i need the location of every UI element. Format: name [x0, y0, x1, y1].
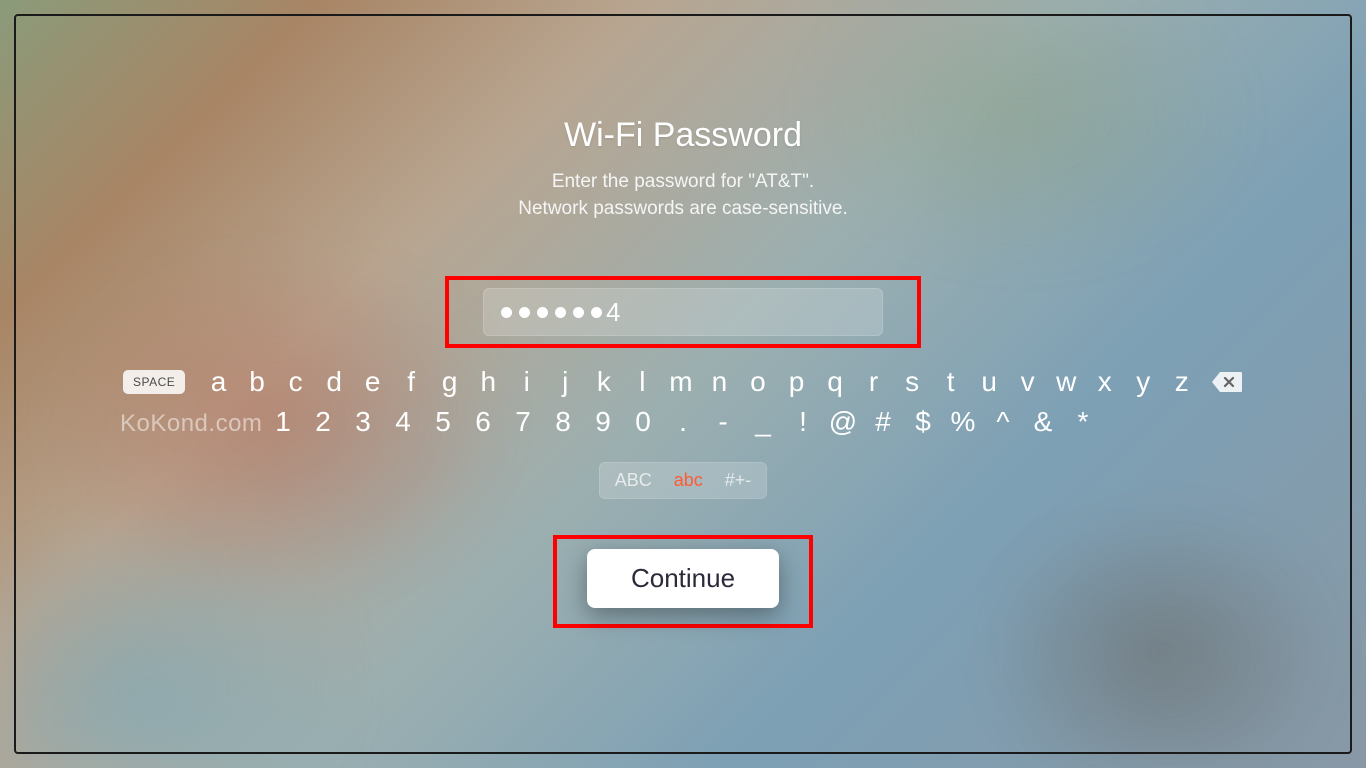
- continue-button-highlight: Continue: [553, 535, 813, 628]
- mode-symbols[interactable]: #+-: [725, 470, 752, 491]
- subtitle-line-1: Enter the password for "AT&T".: [518, 169, 847, 196]
- password-dot: [501, 307, 512, 318]
- key-o[interactable]: o: [739, 366, 778, 398]
- continue-button[interactable]: Continue: [587, 549, 779, 608]
- key-*[interactable]: *: [1063, 406, 1103, 438]
- keyboard-mode-toggle: ABC abc #+-: [599, 462, 768, 499]
- password-last-char: 4: [606, 297, 620, 328]
- key-5[interactable]: 5: [423, 406, 463, 438]
- password-input-highlight: 4: [445, 276, 921, 348]
- key-s[interactable]: s: [893, 366, 932, 398]
- key-k[interactable]: k: [585, 366, 624, 398]
- key-r[interactable]: r: [854, 366, 893, 398]
- key-.[interactable]: .: [663, 406, 703, 438]
- key-8[interactable]: 8: [543, 406, 583, 438]
- key-%[interactable]: %: [943, 406, 983, 438]
- mode-uppercase[interactable]: ABC: [615, 470, 652, 491]
- key-v[interactable]: v: [1008, 366, 1047, 398]
- key-@[interactable]: @: [823, 406, 863, 438]
- key-n[interactable]: n: [700, 366, 739, 398]
- key-m[interactable]: m: [662, 366, 701, 398]
- backspace-icon: [1211, 371, 1243, 393]
- key-a[interactable]: a: [199, 366, 238, 398]
- subtitle-line-2: Network passwords are case-sensitive.: [518, 196, 847, 223]
- key-7[interactable]: 7: [503, 406, 543, 438]
- key-y[interactable]: y: [1124, 366, 1163, 398]
- key-6[interactable]: 6: [463, 406, 503, 438]
- key-e[interactable]: e: [353, 366, 392, 398]
- key-d[interactable]: d: [315, 366, 354, 398]
- key-u[interactable]: u: [970, 366, 1009, 398]
- key-h[interactable]: h: [469, 366, 508, 398]
- key-_[interactable]: _: [743, 406, 783, 438]
- key-^[interactable]: ^: [983, 406, 1023, 438]
- key-i[interactable]: i: [508, 366, 547, 398]
- key--[interactable]: -: [703, 406, 743, 438]
- key-f[interactable]: f: [392, 366, 431, 398]
- onscreen-keyboard: SPACE abcdefghijklmnopqrstuvwxyz 12345678…: [123, 366, 1243, 446]
- backspace-key[interactable]: [1211, 371, 1243, 393]
- password-input[interactable]: 4: [483, 288, 883, 336]
- password-dot: [519, 307, 530, 318]
- key-t[interactable]: t: [931, 366, 970, 398]
- key-p[interactable]: p: [777, 366, 816, 398]
- key-g[interactable]: g: [430, 366, 469, 398]
- key-&[interactable]: &: [1023, 406, 1063, 438]
- password-masked-dots: [501, 307, 602, 318]
- key-2[interactable]: 2: [303, 406, 343, 438]
- key-![interactable]: !: [783, 406, 823, 438]
- key-9[interactable]: 9: [583, 406, 623, 438]
- mode-lowercase[interactable]: abc: [674, 470, 703, 491]
- key-q[interactable]: q: [816, 366, 855, 398]
- key-1[interactable]: 1: [263, 406, 303, 438]
- key-j[interactable]: j: [546, 366, 585, 398]
- page-subtitle: Enter the password for "AT&T". Network p…: [518, 169, 847, 222]
- key-#[interactable]: #: [863, 406, 903, 438]
- key-4[interactable]: 4: [383, 406, 423, 438]
- key-0[interactable]: 0: [623, 406, 663, 438]
- space-key[interactable]: SPACE: [123, 370, 185, 394]
- password-dot: [573, 307, 584, 318]
- password-dot: [537, 307, 548, 318]
- key-w[interactable]: w: [1047, 366, 1086, 398]
- password-dot: [591, 307, 602, 318]
- key-b[interactable]: b: [238, 366, 277, 398]
- key-x[interactable]: x: [1085, 366, 1124, 398]
- key-3[interactable]: 3: [343, 406, 383, 438]
- password-dot: [555, 307, 566, 318]
- key-$[interactable]: $: [903, 406, 943, 438]
- key-z[interactable]: z: [1163, 366, 1202, 398]
- page-title: Wi-Fi Password: [564, 116, 802, 155]
- watermark-text: KoKond.com: [120, 410, 262, 438]
- key-l[interactable]: l: [623, 366, 662, 398]
- key-c[interactable]: c: [276, 366, 315, 398]
